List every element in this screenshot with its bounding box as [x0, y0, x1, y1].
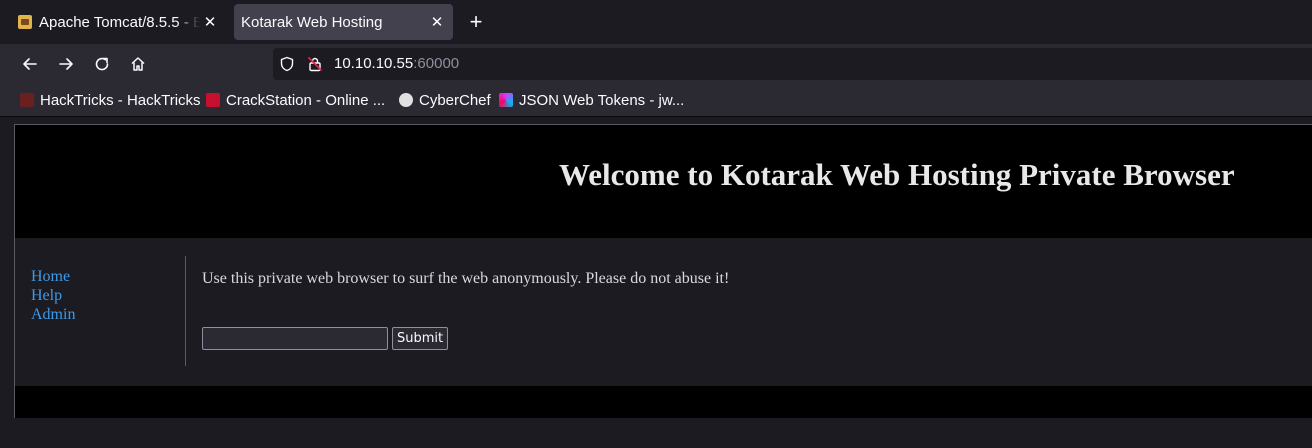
- back-arrow-icon[interactable]: [18, 52, 42, 76]
- tab-title: Apache Tomcat/8.5.5 - Error report: [39, 13, 200, 31]
- url-text: 10.10.10.55:60000: [334, 55, 459, 72]
- bookmark-cyberchef[interactable]: CyberChef: [399, 90, 491, 110]
- nav-link-admin[interactable]: Admin: [31, 305, 75, 324]
- bookmarks-toolbar: HackTricks - HackTricks CrackStation - O…: [0, 84, 1312, 117]
- tracking-protection-shield-icon[interactable]: [279, 56, 295, 72]
- bookmark-hacktricks[interactable]: HackTricks - HackTricks: [20, 90, 201, 110]
- reload-icon[interactable]: [90, 52, 114, 76]
- page-footer: [15, 386, 1312, 418]
- new-tab-plus-icon[interactable]: +: [464, 9, 488, 34]
- nav-link-home[interactable]: Home: [31, 267, 75, 286]
- insecure-lock-icon[interactable]: [307, 56, 323, 72]
- bookmark-label: JSON Web Tokens - jw...: [519, 91, 685, 109]
- bookmark-jwt[interactable]: JSON Web Tokens - jw...: [499, 90, 684, 110]
- close-tab-icon[interactable]: ✕: [200, 12, 220, 32]
- submit-button[interactable]: Submit: [392, 327, 449, 350]
- side-navigation: Home Help Admin: [31, 267, 75, 324]
- crackstation-icon: [206, 93, 220, 107]
- tab-kotarak[interactable]: Kotarak Web Hosting ✕: [234, 4, 453, 40]
- tab-strip: Apache Tomcat/8.5.5 - Error report ✕ Kot…: [0, 0, 1312, 44]
- page-header: Welcome to Kotarak Web Hosting Private B…: [15, 125, 1312, 238]
- url-port: :60000: [413, 55, 460, 72]
- bookmark-label: HackTricks - HackTricks: [40, 91, 201, 109]
- address-bar[interactable]: 10.10.10.55:60000: [273, 48, 1312, 80]
- url-host: 10.10.10.55: [334, 55, 414, 72]
- url-input-field[interactable]: [202, 327, 388, 350]
- hacktricks-icon: [20, 93, 34, 107]
- tab-apache-tomcat[interactable]: Apache Tomcat/8.5.5 - Error report ✕: [8, 4, 226, 40]
- home-icon[interactable]: [126, 52, 150, 76]
- navigation-toolbar: 10.10.10.55:60000: [0, 44, 1312, 84]
- cyberchef-icon: [399, 93, 413, 107]
- bookmark-label: CyberChef: [419, 91, 491, 109]
- jwt-icon: [499, 93, 513, 107]
- page-heading: Welcome to Kotarak Web Hosting Private B…: [559, 157, 1235, 192]
- close-tab-icon[interactable]: ✕: [427, 12, 447, 32]
- nav-link-help[interactable]: Help: [31, 286, 75, 305]
- vertical-divider: [185, 256, 186, 366]
- tomcat-favicon-icon: [18, 15, 32, 29]
- description-text: Use this private web browser to surf the…: [202, 270, 730, 287]
- page-body: Home Help Admin Use this private web bro…: [15, 238, 1312, 386]
- bookmark-crackstation[interactable]: CrackStation - Online ...: [206, 90, 385, 110]
- page-viewport: Welcome to Kotarak Web Hosting Private B…: [0, 117, 1312, 448]
- page-container: Welcome to Kotarak Web Hosting Private B…: [14, 124, 1312, 418]
- forward-arrow-icon[interactable]: [54, 52, 78, 76]
- bookmark-label: CrackStation - Online ...: [226, 91, 386, 109]
- tab-title: Kotarak Web Hosting: [241, 13, 383, 31]
